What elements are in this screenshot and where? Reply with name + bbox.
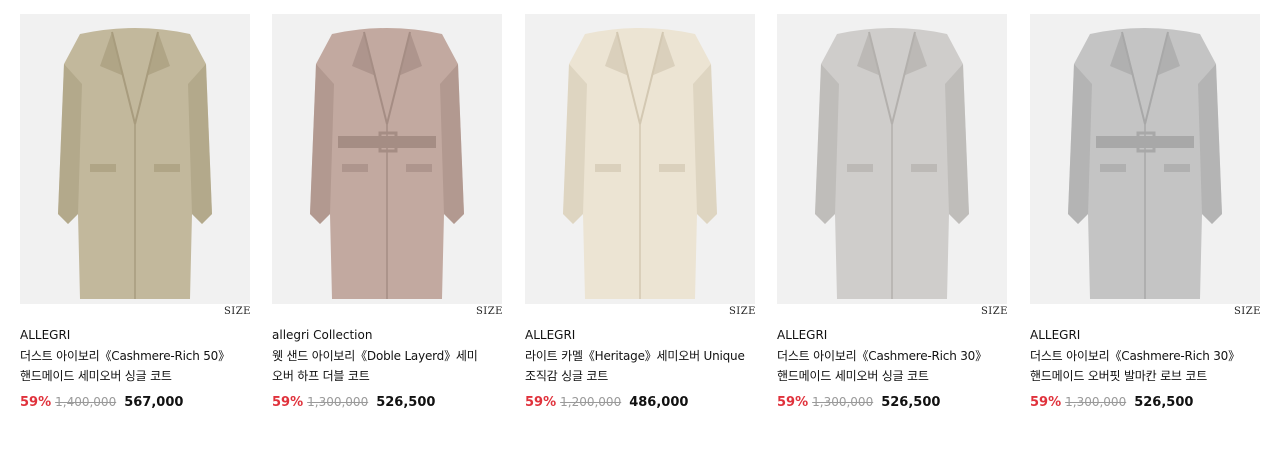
sale-price: 526,500 xyxy=(881,395,941,410)
discount-rate: 59% xyxy=(272,395,304,410)
sale-price: 526,500 xyxy=(376,395,436,410)
product-image[interactable] xyxy=(525,14,755,304)
discount-rate: 59% xyxy=(1030,395,1062,410)
product-name[interactable]: 웻 샌드 아이보리《Doble Layerd》세미 오버 하프 더블 코트 xyxy=(272,346,502,386)
size-button[interactable]: SIZE xyxy=(476,306,503,317)
product-card[interactable]: SIZE ALLEGRI 더스트 아이보리《Cashmere-Rich 30》 … xyxy=(1030,14,1260,434)
coat-illustration xyxy=(815,28,969,299)
original-price: 1,300,000 xyxy=(1065,395,1127,409)
price-row: 59% 1,200,000 486,000 xyxy=(525,391,755,410)
product-name[interactable]: 라이트 카멜《Heritage》세미오버 Unique 조직감 싱글 코트 xyxy=(525,346,755,386)
product-image[interactable] xyxy=(272,14,502,304)
product-image[interactable] xyxy=(777,14,1007,304)
product-card[interactable]: SIZE allegri Collection 웻 샌드 아이보리《Doble … xyxy=(272,14,502,434)
discount-rate: 59% xyxy=(777,395,809,410)
product-image[interactable] xyxy=(20,14,250,304)
product-brand[interactable]: ALLEGRI xyxy=(525,327,755,343)
size-button[interactable]: SIZE xyxy=(224,306,251,317)
product-brand[interactable]: allegri Collection xyxy=(272,327,502,343)
sale-price: 486,000 xyxy=(629,395,689,410)
coat-illustration xyxy=(58,28,212,299)
original-price: 1,300,000 xyxy=(307,395,369,409)
product-grid: SIZE ALLEGRI 더스트 아이보리《Cashmere-Rich 50》 … xyxy=(20,14,1261,434)
price-row: 59% 1,400,000 567,000 xyxy=(20,391,250,410)
price-row: 59% 1,300,000 526,500 xyxy=(272,391,502,410)
product-name[interactable]: 더스트 아이보리《Cashmere-Rich 30》 핸드메이드 세미오버 싱글… xyxy=(777,346,1007,386)
product-image[interactable] xyxy=(1030,14,1260,304)
sale-price: 526,500 xyxy=(1134,395,1194,410)
original-price: 1,400,000 xyxy=(55,395,117,409)
coat-illustration xyxy=(563,28,717,299)
coat-illustration xyxy=(1068,28,1222,299)
product-name[interactable]: 더스트 아이보리《Cashmere-Rich 30》 핸드메이드 오버핏 발마칸… xyxy=(1030,346,1260,386)
original-price: 1,200,000 xyxy=(560,395,622,409)
product-brand[interactable]: ALLEGRI xyxy=(20,327,250,343)
product-card[interactable]: SIZE ALLEGRI 라이트 카멜《Heritage》세미오버 Unique… xyxy=(525,14,755,434)
size-button[interactable]: SIZE xyxy=(729,306,756,317)
price-row: 59% 1,300,000 526,500 xyxy=(1030,391,1260,410)
product-brand[interactable]: ALLEGRI xyxy=(1030,327,1260,343)
product-card[interactable]: SIZE ALLEGRI 더스트 아이보리《Cashmere-Rich 30》 … xyxy=(777,14,1007,434)
original-price: 1,300,000 xyxy=(812,395,874,409)
sale-price: 567,000 xyxy=(124,395,184,410)
product-name[interactable]: 더스트 아이보리《Cashmere-Rich 50》 핸드메이드 세미오버 싱글… xyxy=(20,346,250,386)
discount-rate: 59% xyxy=(20,395,52,410)
coat-illustration xyxy=(310,28,464,299)
size-button[interactable]: SIZE xyxy=(1234,306,1261,317)
price-row: 59% 1,300,000 526,500 xyxy=(777,391,1007,410)
product-brand[interactable]: ALLEGRI xyxy=(777,327,1007,343)
product-card[interactable]: SIZE ALLEGRI 더스트 아이보리《Cashmere-Rich 50》 … xyxy=(20,14,250,434)
discount-rate: 59% xyxy=(525,395,557,410)
size-button[interactable]: SIZE xyxy=(981,306,1008,317)
